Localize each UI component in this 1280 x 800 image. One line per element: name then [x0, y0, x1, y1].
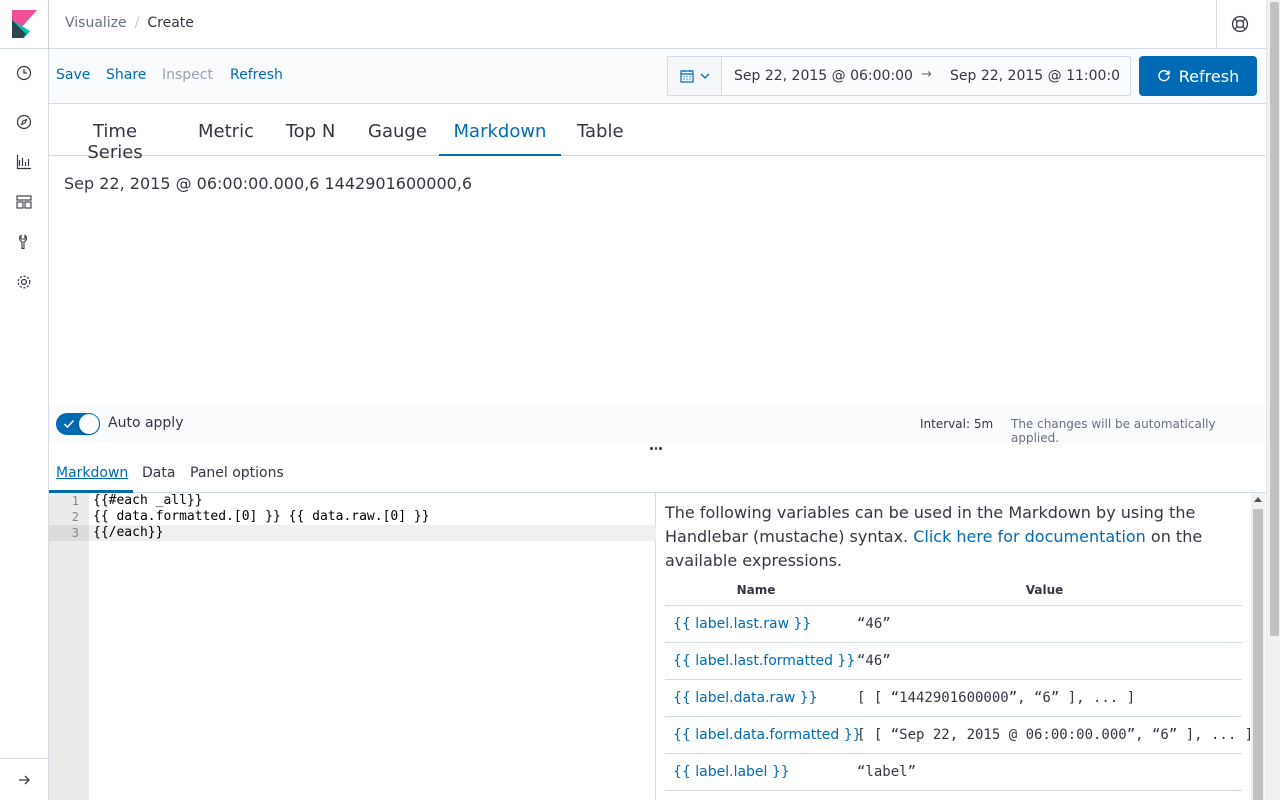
column-value-header: Value	[1025, 583, 1064, 597]
calendar-icon	[679, 70, 694, 83]
scrollbar-thumb[interactable]	[1253, 509, 1263, 800]
variable-value: [ [ “1442901600000”, “6” ], ... ]	[857, 690, 1136, 706]
variables-description: The following variables can be used in t…	[665, 501, 1245, 573]
interval-label: Interval: 5m	[920, 417, 994, 431]
tab-metric[interactable]: Metric	[198, 104, 254, 156]
table-row: {{ label.data.raw }} [ [ “1442901600000”…	[665, 680, 1242, 717]
start-date[interactable]: Sep 22, 2015 @ 06:00:00.000	[734, 68, 912, 84]
auto-apply-toggle[interactable]	[56, 413, 100, 435]
arrow-right-icon: →	[921, 67, 932, 82]
gear-icon[interactable]	[15, 273, 33, 291]
line-number: 1	[71, 494, 79, 508]
dashboard-icon[interactable]	[15, 193, 33, 211]
tab-table[interactable]: Table	[577, 104, 624, 156]
tab-markdown[interactable]: Markdown	[439, 104, 561, 156]
left-nav	[0, 0, 49, 800]
variable-value: [ [ “Sep 22, 2015 @ 06:00:00.000”, “6” ]…	[857, 727, 1250, 743]
code-line-active[interactable]: 3 {{/each}}	[49, 525, 656, 541]
changes-note: The changes will be automatically applie…	[1011, 417, 1216, 445]
code-text: {{#each _all}}	[93, 493, 203, 508]
auto-apply-bar: Auto apply Interval: 5m The changes will…	[49, 406, 1266, 445]
refresh-button[interactable]: Refresh	[1139, 56, 1257, 96]
date-picker: Sep 22, 2015 @ 06:00:00.000 → Sep 22, 20…	[667, 56, 1131, 96]
nav-separator	[0, 48, 48, 49]
table-row: {{ label.last.formatted }} “46”	[665, 643, 1242, 680]
chevron-down-icon	[700, 73, 709, 79]
variable-value: “label”	[857, 764, 917, 780]
auto-apply-label: Auto apply	[108, 415, 184, 431]
arrow-right-icon	[19, 775, 30, 784]
refresh-link[interactable]: Refresh	[230, 67, 283, 83]
tab-panel-options[interactable]: Panel options	[190, 465, 284, 481]
variables-panel: The following variables can be used in t…	[657, 493, 1250, 800]
toggle-knob	[79, 414, 99, 434]
refresh-button-label: Refresh	[1178, 66, 1240, 86]
header-divider	[1216, 0, 1217, 48]
share-button[interactable]: Share	[106, 67, 146, 83]
variables-scrollbar[interactable]	[1251, 493, 1265, 800]
table-header: Name Value	[665, 575, 1242, 606]
page-scrollbar-thumb[interactable]	[1270, 2, 1279, 636]
collapse-nav-button[interactable]	[0, 758, 48, 800]
column-name-header: Name	[736, 583, 776, 597]
code-line[interactable]: 2 {{ data.formatted.[0] }} {{ data.raw.[…	[49, 509, 656, 525]
breadcrumb-create: Create	[147, 15, 194, 31]
compass-icon[interactable]	[15, 113, 33, 131]
tab-gauge[interactable]: Gauge	[368, 104, 427, 156]
documentation-link[interactable]: Click here for documentation	[913, 527, 1146, 546]
check-icon	[63, 419, 75, 429]
tab-top-n[interactable]: Top N	[285, 104, 336, 156]
variable-name-link[interactable]: {{ label.data.raw }}	[673, 690, 818, 706]
clock-icon[interactable]	[15, 64, 33, 82]
refresh-icon	[1158, 70, 1170, 82]
header-bar: Visualize / Create	[49, 0, 1266, 49]
code-line[interactable]: 1 {{#each _all}}	[49, 493, 656, 509]
table-row: {{ label.label }} “label”	[665, 754, 1242, 791]
dev-tools-icon[interactable]	[15, 233, 33, 251]
breadcrumb-separator: /	[134, 15, 140, 31]
top-nav-menu: Save Share Inspect Refresh Sep 22, 2015 …	[49, 49, 1266, 104]
quick-menu-button[interactable]	[668, 57, 722, 95]
variable-name-link[interactable]: {{ label.last.formatted }}	[673, 653, 855, 669]
table-row: {{ label.data.formatted }} [ [ “Sep 22, …	[665, 717, 1250, 754]
variable-name-link[interactable]: {{ label.last.raw }}	[673, 616, 811, 632]
end-date[interactable]: Sep 22, 2015 @ 11:00:00.000	[950, 68, 1120, 84]
breadcrumb: Visualize / Create	[65, 15, 194, 31]
editor-tabs: Markdown Data Panel options	[49, 456, 1266, 493]
variable-name-link[interactable]: {{ label.label }}	[673, 764, 790, 780]
line-number: 3	[49, 525, 89, 541]
page-scrollbar[interactable]	[1266, 0, 1280, 800]
tab-data[interactable]: Data	[142, 465, 175, 481]
code-text: {{ data.formatted.[0] }} {{ data.raw.[0]…	[93, 509, 430, 524]
visualize-icon[interactable]	[15, 153, 33, 171]
variable-name-link[interactable]: {{ label.data.formatted }}	[673, 727, 862, 743]
save-button[interactable]: Save	[56, 67, 90, 83]
markdown-code-editor[interactable]: 1 {{#each _all}} 2 {{ data.formatted.[0]…	[49, 493, 656, 800]
help-icon[interactable]	[1231, 15, 1249, 33]
line-number: 2	[71, 510, 79, 524]
inspect-button[interactable]: Inspect	[162, 67, 213, 83]
tab-time-series[interactable]: Time Series	[64, 104, 166, 163]
kibana-logo[interactable]	[12, 10, 37, 38]
visualization-type-tabs: Time Series Metric Top N Gauge Markdown …	[49, 104, 1266, 163]
variable-value: “46”	[857, 653, 891, 669]
variables-table: Name Value {{ label.last.raw }} “46” {{ …	[665, 575, 1250, 791]
code-text: {{/each}}	[93, 525, 164, 540]
panel-resize-handle[interactable]	[650, 444, 663, 452]
variable-value: “46”	[857, 616, 891, 632]
breadcrumb-visualize[interactable]: Visualize	[65, 15, 127, 31]
scroll-up-arrow-icon[interactable]	[1254, 497, 1262, 502]
markdown-preview: Sep 22, 2015 @ 06:00:00.000,6 1442901600…	[64, 174, 473, 193]
table-row: {{ label.last.raw }} “46”	[665, 606, 1242, 643]
tab-markdown-editor[interactable]: Markdown	[56, 465, 128, 481]
